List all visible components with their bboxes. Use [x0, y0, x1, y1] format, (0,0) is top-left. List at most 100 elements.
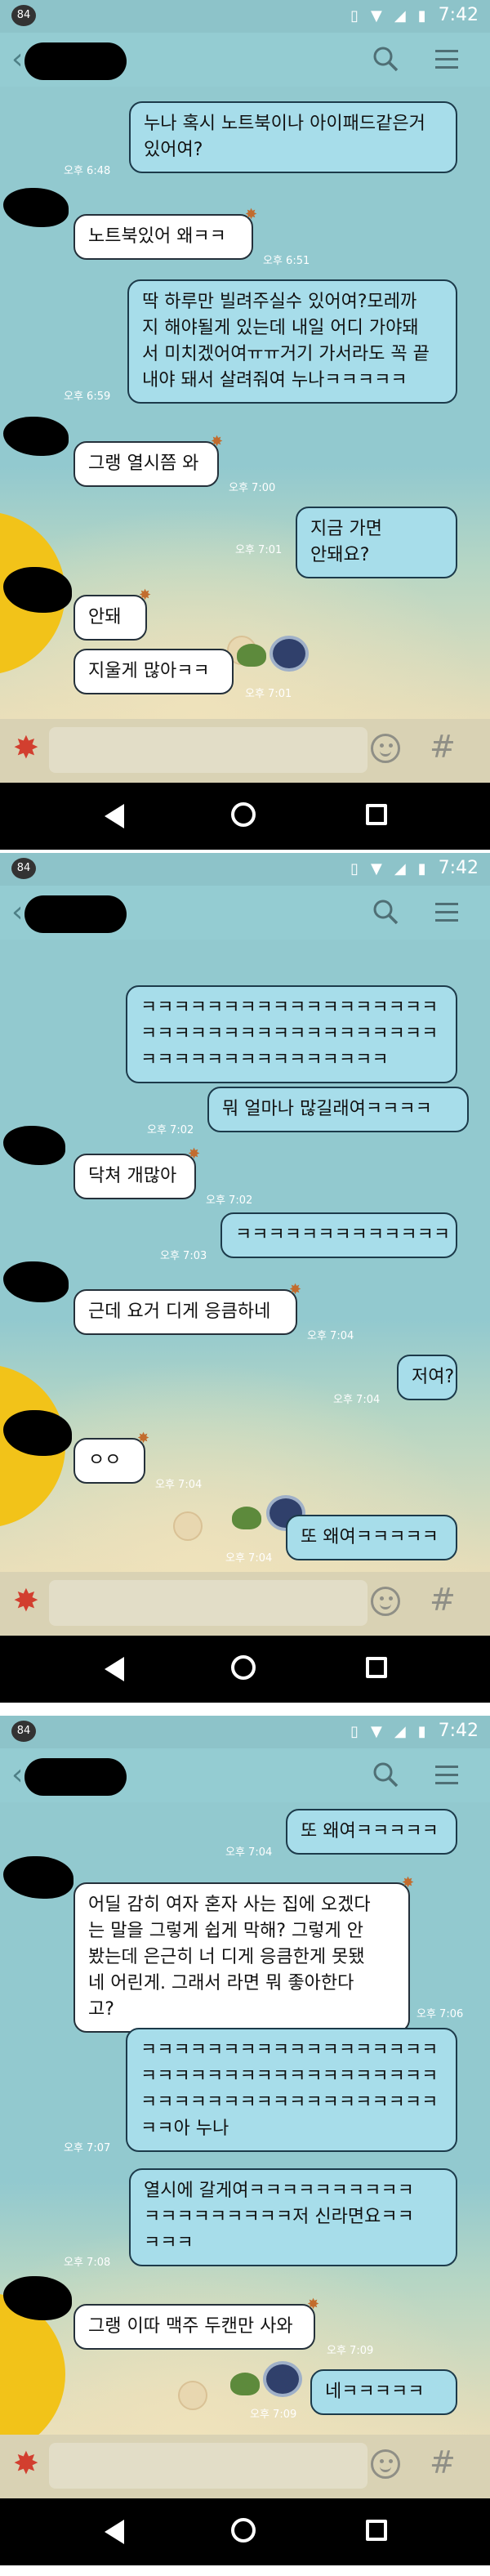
emoji-icon[interactable]	[371, 734, 400, 763]
rock-illustration	[270, 636, 309, 672]
battery-icon: ▮	[417, 1723, 426, 1740]
message-outgoing: 딱 하루만 빌려주실수 있어여?모레까 지 해야될게 있는데 내일 어디 가야돼…	[127, 279, 457, 404]
message-text: ㅇㅇ	[88, 1450, 122, 1471]
starfish-icon: ✸	[245, 206, 258, 223]
message-incoming: 노트북있어 왜ㅋㅋ ✸	[74, 208, 257, 260]
starfish-icon[interactable]: ✸	[13, 2448, 39, 2479]
input-bar: ✸ #	[0, 1572, 490, 1636]
message-text: 노트북있어 왜ㅋㅋ	[88, 226, 226, 247]
nav-back-icon[interactable]	[105, 1657, 124, 1681]
shell-illustration	[173, 1511, 203, 1541]
clock: 7:42	[438, 5, 479, 25]
rock-illustration	[263, 2361, 302, 2397]
nav-back-icon[interactable]	[105, 2520, 124, 2544]
search-icon[interactable]	[371, 897, 400, 926]
search-icon[interactable]	[371, 1760, 400, 1789]
hamburger-menu-icon[interactable]	[434, 47, 459, 72]
redacted-avatar	[3, 1126, 65, 1165]
message-incoming: 지울게 많아ㅋㅋ	[74, 649, 234, 694]
message-outgoing: 지금 가면 안돼요?	[296, 507, 457, 578]
message-incoming: 안돼 ✸	[74, 588, 151, 641]
nav-home-icon[interactable]	[231, 2518, 256, 2543]
vibrate-icon: ▯	[350, 1723, 359, 1740]
message-text: 또 왜여ㅋㅋㅋㅋㅋ	[301, 1527, 439, 1547]
message-time: 오후 7:02	[147, 1124, 194, 1136]
message-time: 오후 7:01	[245, 688, 292, 700]
message-time: 오후 6:51	[263, 255, 310, 267]
message-outgoing: 또 왜여ㅋㅋㅋㅋㅋ	[286, 1515, 457, 1560]
wifi-icon: ▼	[371, 860, 382, 877]
hash-icon[interactable]: #	[430, 1582, 456, 1618]
back-arrow-icon[interactable]: ‹	[11, 1758, 23, 1792]
message-text: 지울게 많아ㅋㅋ	[88, 661, 210, 681]
back-arrow-icon[interactable]: ‹	[11, 42, 23, 76]
message-outgoing: 뭐 얼마나 많길래여ㅋㅋㅋㅋ	[207, 1087, 469, 1132]
hamburger-menu-icon[interactable]	[434, 900, 459, 925]
message-time: 오후 7:00	[229, 482, 276, 494]
message-outgoing: ㅋㅋㅋㅋㅋㅋㅋㅋㅋㅋㅋㅋㅋㅋㅋㅋㅋㅋ ㅋㅋㅋㅋㅋㅋㅋㅋㅋㅋㅋㅋㅋㅋㅋㅋㅋㅋ ㅋㅋ…	[126, 2028, 457, 2152]
wifi-icon: ▼	[371, 1723, 382, 1740]
redacted-avatar	[3, 188, 69, 227]
message-outgoing: 열시에 갈게여ㅋㅋㅋㅋㅋㅋㅋㅋㅋㅋ ㅋㅋㅋㅋㅋㅋㅋㅋㅋ저 신라면요ㅋㅋ ㅋㅋㅋ	[129, 2168, 457, 2266]
chat-area[interactable]: 또 왜여ㅋㅋㅋㅋㅋ 오후 7:04 어딜 감히 여자 혼자 사는 집에 오겠다 …	[0, 1802, 490, 2435]
message-text: ㅋㅋㅋㅋㅋㅋㅋㅋㅋㅋㅋㅋㅋㅋㅋㅋㅋㅋ ㅋㅋㅋㅋㅋㅋㅋㅋㅋㅋㅋㅋㅋㅋㅋㅋㅋㅋ ㅋㅋ…	[140, 2040, 439, 2139]
message-time: 오후 7:04	[155, 1479, 203, 1491]
nav-back-icon[interactable]	[105, 804, 124, 828]
input-bar: ✸ #	[0, 2435, 490, 2498]
message-incoming: 어딜 감히 여자 혼자 사는 집에 오겠다 는 말을 그렇게 쉽게 막해? 그렇…	[74, 1876, 414, 2033]
starfish-icon[interactable]: ✸	[13, 1585, 39, 1616]
nav-recents-icon[interactable]	[366, 1657, 387, 1678]
message-input[interactable]	[49, 1580, 368, 1626]
redacted-avatar	[3, 1261, 69, 1302]
starfish-icon: ✸	[188, 1145, 201, 1163]
chat-header: ‹	[0, 886, 490, 940]
nav-home-icon[interactable]	[231, 802, 256, 827]
clock: 7:42	[438, 858, 479, 878]
emoji-icon[interactable]	[371, 1587, 400, 1616]
hamburger-menu-icon[interactable]	[434, 1763, 459, 1788]
message-text: 지금 가면 안돼요?	[310, 519, 388, 565]
message-text: 열시에 갈게여ㅋㅋㅋㅋㅋㅋㅋㅋㅋㅋ ㅋㅋㅋㅋㅋㅋㅋㅋㅋ저 신라면요ㅋㅋ ㅋㅋㅋ	[144, 2181, 414, 2253]
wifi-icon: ▼	[371, 7, 382, 25]
back-arrow-icon[interactable]: ‹	[11, 895, 23, 929]
message-text: 근데 요거 디게 응큼하네	[88, 1301, 271, 1322]
starfish-icon[interactable]: ✸	[13, 732, 39, 763]
message-input[interactable]	[49, 727, 368, 773]
message-time: 오후 7:02	[206, 1194, 253, 1207]
redacted-contact-name	[24, 1758, 127, 1796]
message-text: 안돼	[88, 607, 122, 627]
status-icons: ▯ ▼ ◢ ▮ 7:42	[350, 1721, 479, 1741]
chat-screenshot-3: 84 ▯ ▼ ◢ ▮ 7:42 ‹ 또 왜여ㅋㅋㅋㅋㅋ 오후 7:04 어딜 감…	[0, 1716, 490, 2565]
hash-icon[interactable]: #	[430, 2444, 456, 2480]
clock: 7:42	[438, 1721, 479, 1741]
input-bar: ✸ #	[0, 719, 490, 783]
chat-header: ‹	[0, 1748, 490, 1802]
status-bar: 84 ▯ ▼ ◢ ▮ 7:42	[0, 1716, 490, 1748]
chat-header: ‹	[0, 33, 490, 87]
message-time: 오후 7:01	[235, 544, 283, 556]
chat-area[interactable]: ㅋㅋㅋㅋㅋㅋㅋㅋㅋㅋㅋㅋㅋㅋㅋㅋㅋㅋ ㅋㅋㅋㅋㅋㅋㅋㅋㅋㅋㅋㅋㅋㅋㅋㅋㅋㅋ ㅋㅋ…	[0, 940, 490, 1572]
turtle-illustration	[232, 1507, 261, 1529]
message-text: ㅋㅋㅋㅋㅋㅋㅋㅋㅋㅋㅋㅋㅋ	[235, 1225, 451, 1245]
notification-badge: 84	[11, 5, 36, 26]
starfish-icon: ✸	[137, 1430, 150, 1447]
search-icon[interactable]	[371, 44, 400, 74]
emoji-icon[interactable]	[371, 2449, 400, 2479]
turtle-illustration	[237, 644, 266, 667]
nav-home-icon[interactable]	[231, 1655, 256, 1680]
chat-area[interactable]: 누나 혹시 노트북이나 아이패드같은거 있어여? 오후 6:48 노트북있어 왜…	[0, 87, 490, 719]
nav-recents-icon[interactable]	[366, 2520, 387, 2541]
message-time: 오후 6:48	[64, 165, 111, 177]
signal-icon: ◢	[394, 1723, 406, 1740]
message-time: 오후 7:04	[225, 1552, 273, 1565]
message-text: 어딜 감히 여자 혼자 사는 집에 오겠다 는 말을 그렇게 쉽게 막해? 그렇…	[88, 1895, 371, 2020]
status-icons: ▯ ▼ ◢ ▮ 7:42	[350, 5, 479, 25]
starfish-icon: ✸	[307, 2296, 320, 2313]
message-incoming: 그랭 이따 맥주 두캔만 사와 ✸	[74, 2297, 319, 2350]
nav-recents-icon[interactable]	[366, 804, 387, 825]
message-input[interactable]	[49, 2443, 368, 2489]
message-time: 오후 6:59	[64, 391, 111, 403]
message-time: 오후 7:09	[327, 2345, 374, 2357]
message-time: 오후 7:06	[416, 2008, 464, 2020]
hash-icon[interactable]: #	[430, 729, 456, 765]
